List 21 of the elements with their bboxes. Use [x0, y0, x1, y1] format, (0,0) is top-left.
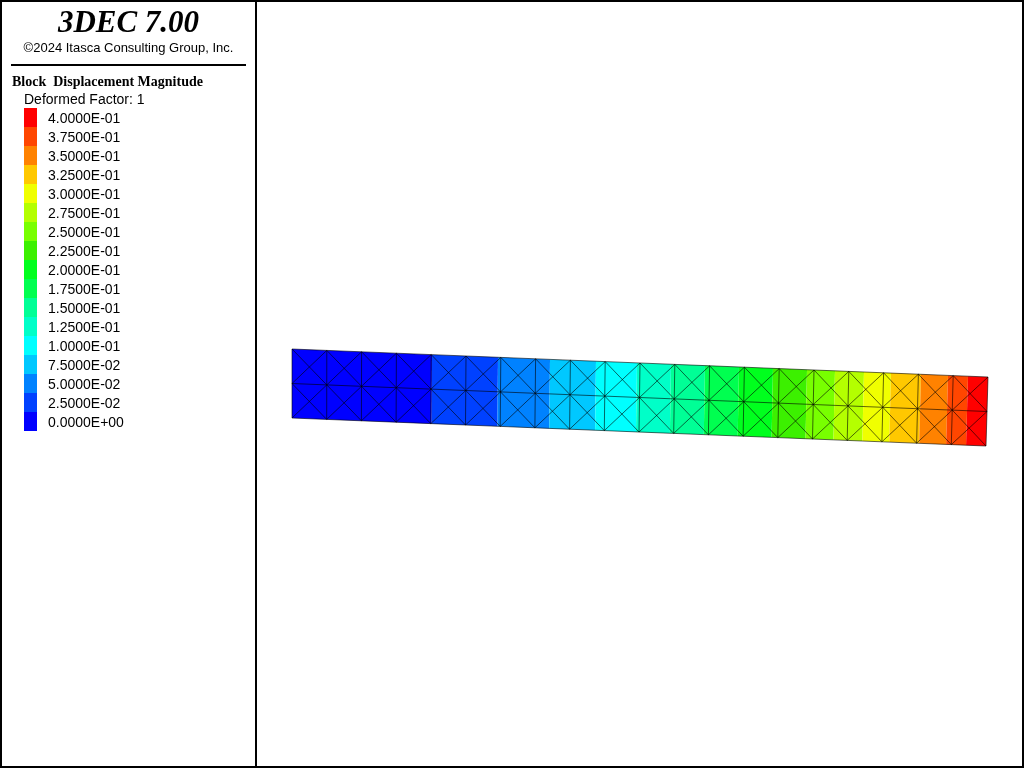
legend-title: Block Displacement Magnitude — [12, 73, 203, 91]
legend-label: 2.5000E-01 — [48, 223, 121, 240]
legend-label: 0.0000E+00 — [48, 413, 124, 430]
legend-label: 2.5000E-02 — [48, 394, 121, 411]
copyright-text: ©2024 Itasca Consulting Group, Inc. — [23, 40, 234, 56]
legend-label: 7.5000E-02 — [48, 356, 121, 373]
legend-label: 2.2500E-01 — [48, 242, 121, 259]
legend-label: 3.2500E-01 — [48, 166, 121, 183]
legend-label: 1.2500E-01 — [48, 318, 121, 335]
deformed-factor-text: Deformed Factor: 1 — [24, 91, 145, 107]
legend-label: 1.7500E-01 — [48, 280, 121, 297]
legend-label: 3.7500E-01 — [48, 128, 121, 145]
program-title: 3DEC 7.00 — [57, 4, 200, 40]
legend-label: 3.5000E-01 — [48, 147, 121, 164]
legend-label: 5.0000E-02 — [48, 375, 121, 392]
legend-label: 3.0000E-01 — [48, 185, 121, 202]
legend-label: 4.0000E-01 — [48, 109, 121, 126]
legend-label: 2.7500E-01 — [48, 204, 121, 221]
legend-label: 1.5000E-01 — [48, 299, 121, 316]
legend-label: 2.0000E-01 — [48, 261, 121, 278]
legend-label: 1.0000E-01 — [48, 337, 121, 354]
